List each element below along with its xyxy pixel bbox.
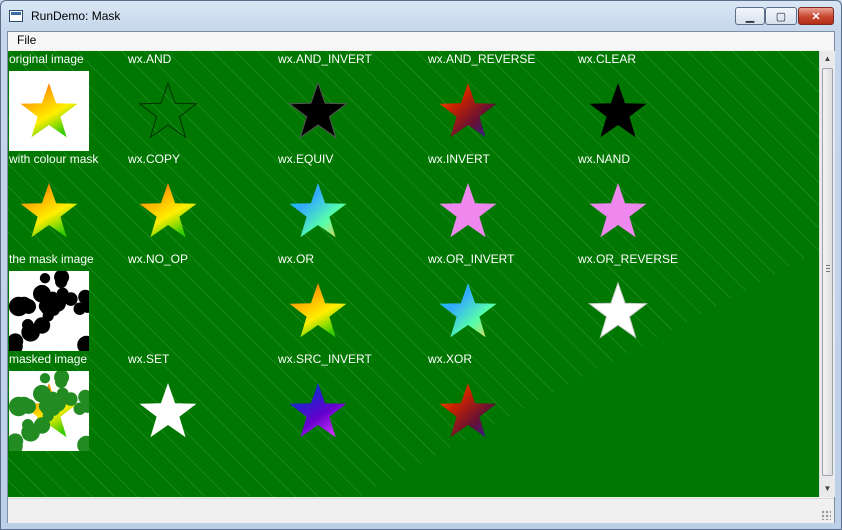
- cell-label: masked image: [9, 352, 88, 366]
- star-icon: [139, 383, 197, 438]
- star-shape: [588, 281, 648, 339]
- star-icon: [9, 71, 89, 151]
- menu-bar: File: [8, 32, 834, 50]
- scroll-down-arrow-icon[interactable]: ▼: [820, 481, 835, 497]
- cell-label: wx.CLEAR: [578, 52, 637, 66]
- star-shape: [139, 383, 197, 438]
- star-icon: [139, 183, 197, 238]
- minimize-icon: ▁: [745, 10, 755, 23]
- cell-label: wx.OR: [278, 252, 314, 266]
- star-shape: [589, 183, 647, 238]
- resize-grip-icon[interactable]: [821, 510, 831, 520]
- star-shape: [289, 283, 347, 338]
- star-icon: [439, 83, 497, 138]
- app-window-icon[interactable]: [9, 10, 23, 22]
- star-icon: [288, 81, 348, 139]
- scrollbar-thumb[interactable]: [822, 68, 833, 476]
- star-shape: [288, 81, 348, 139]
- star-icon: [289, 183, 347, 238]
- star-icon: [9, 371, 89, 451]
- star-icon: [128, 271, 208, 351]
- cell-label: wx.OR_INVERT: [428, 252, 515, 266]
- star-icon: [138, 81, 198, 139]
- star-icon: [9, 271, 89, 351]
- star-shape: [20, 183, 78, 238]
- close-icon: ✕: [811, 10, 821, 23]
- cell-label: with colour mask: [9, 152, 99, 166]
- cell-label: wx.SRC_INVERT: [278, 352, 372, 366]
- window-title: RunDemo: Mask: [31, 9, 121, 23]
- star-icon: [289, 283, 347, 338]
- app-window: RunDemo: Mask ▁ ▢ ✕ File original image w…: [0, 0, 842, 530]
- star-shape: [439, 383, 497, 438]
- grip-icon: [826, 265, 830, 273]
- title-bar[interactable]: RunDemo: Mask ▁ ▢ ✕: [1, 1, 841, 31]
- cell-label: wx.SET: [128, 352, 170, 366]
- cell-label: wx.AND_REVERSE: [428, 52, 536, 66]
- star-shape: [439, 83, 497, 138]
- cell-label: the mask image: [9, 252, 94, 266]
- star-icon: [589, 183, 647, 238]
- cell-label: wx.NO_OP: [128, 252, 189, 266]
- star-icon: [20, 183, 78, 238]
- client-area: File original image wx.AND wx.AND_INVERT wx…: [7, 31, 835, 523]
- cell-label: wx.OR_REVERSE: [578, 252, 679, 266]
- star-shape: [589, 83, 647, 138]
- star-icon: [439, 383, 497, 438]
- menu-file[interactable]: File: [15, 33, 38, 47]
- vertical-scrollbar[interactable]: ▲ ▼: [819, 51, 835, 497]
- star-shape: [439, 283, 497, 338]
- cell-label: wx.AND: [128, 52, 172, 66]
- star-shape: [289, 383, 347, 438]
- star-shape: [289, 183, 347, 238]
- cell-label: wx.COPY: [128, 152, 181, 166]
- star-icon: [289, 383, 347, 438]
- cell-label: wx.INVERT: [428, 152, 490, 166]
- cell-label: wx.EQUIV: [278, 152, 334, 166]
- cell-label: wx.AND_INVERT: [278, 52, 372, 66]
- star-icon: [439, 283, 497, 338]
- maximize-icon: ▢: [775, 10, 787, 23]
- star-shape: [139, 183, 197, 238]
- star-shape: [138, 81, 198, 139]
- maximize-button[interactable]: ▢: [765, 7, 797, 25]
- demo-canvas: original image wx.AND wx.AND_INVERT wx.AND_…: [8, 51, 819, 497]
- minimize-button[interactable]: ▁: [735, 7, 765, 25]
- cell-label: wx.NAND: [578, 152, 631, 166]
- star-icon: [588, 281, 648, 339]
- cell-label: wx.XOR: [428, 352, 473, 366]
- star-icon: [439, 183, 497, 238]
- star-shape: [439, 183, 497, 238]
- cell-label: original image: [9, 52, 84, 66]
- star-icon: [589, 83, 647, 138]
- close-button[interactable]: ✕: [798, 7, 834, 25]
- status-bar: [8, 498, 834, 523]
- scroll-up-arrow-icon[interactable]: ▲: [820, 51, 835, 67]
